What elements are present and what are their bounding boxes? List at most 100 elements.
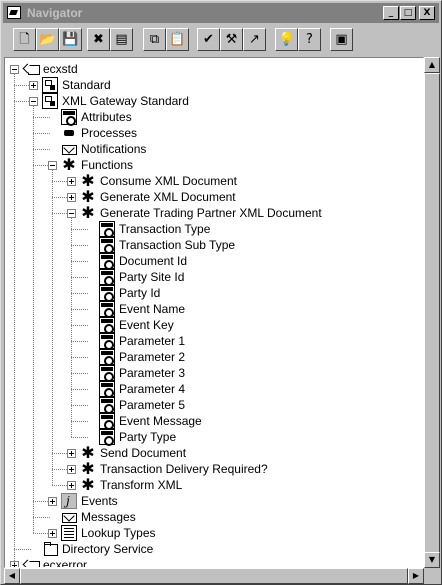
toolbar: 🗋 📂 💾 ✖ ▤ ⧉ 📋 ✔ ⚒ ↗ 💡? ▣ [3,25,439,57]
attr-icon [99,237,115,254]
tree-node-label: Processes [81,126,138,140]
collapse-icon[interactable] [10,65,19,74]
attr-icon [99,269,115,286]
stop-button[interactable]: ▣ [330,28,353,51]
vertical-scroll-thumb[interactable] [424,73,440,553]
tree-node[interactable]: Party Type [5,429,423,446]
tree-connector [71,373,88,374]
minimize-button[interactable]: _ [383,6,399,20]
tree-connector [71,341,88,342]
properties-button[interactable]: ▤ [110,28,133,51]
hammer-button[interactable]: ⚒ [220,28,243,51]
maximize-button[interactable]: □ [400,6,416,20]
expand-icon[interactable] [67,449,76,458]
tree-node[interactable]: Parameter 4 [5,381,423,398]
attr-icon [99,397,115,414]
tree-node[interactable]: Attributes [5,109,423,126]
scroll-down-button[interactable]: ▼ [424,552,440,568]
paste-button[interactable]: 📋 [166,28,189,51]
scroll-left-button[interactable]: ◀ [4,568,20,584]
tree-connector [71,261,88,262]
lightbulb-button[interactable]: 💡 [275,28,298,51]
tree-node[interactable]: Party Id [5,285,423,302]
tree-node[interactable]: Transaction Sub Type [5,237,423,254]
tree-node[interactable]: Parameter 3 [5,365,423,382]
expand-icon[interactable] [67,193,76,202]
tree-node[interactable]: Event Message [5,413,423,430]
tree-connector [71,277,88,278]
tree-connector [71,421,88,422]
delete-button[interactable]: ✖ [87,28,110,51]
tree-node[interactable]: XML Gateway Standard [5,93,423,109]
scroll-up-button[interactable]: ▲ [424,57,440,73]
vertical-scrollbar[interactable]: ▲ ▼ [424,57,440,568]
hammer-icon: ⚒ [225,32,238,47]
copy-button[interactable]: ⧉ [143,28,166,51]
attr-icon [99,301,115,318]
tree-node[interactable]: Transform XML [5,476,423,494]
tree-node-label: ecxerror [43,558,88,568]
close-button[interactable]: X [419,6,435,20]
tree-node[interactable]: Standard [5,77,423,93]
stop-icon: ▣ [335,32,348,47]
tree-node[interactable]: Parameter 2 [5,349,423,366]
tree-node[interactable]: Generate Trading Partner XML Document [5,204,423,222]
tree-node[interactable]: Events [5,493,423,509]
horizontal-scroll-thumb[interactable] [20,568,408,584]
expand-icon[interactable] [67,465,76,474]
tree-node[interactable]: ecxstd [5,61,423,77]
title-bar[interactable]: Navigator _ □ X [3,3,439,23]
event-icon [61,493,77,509]
expand-icon[interactable] [67,177,76,186]
expand-icon[interactable] [48,497,57,506]
tree-node[interactable]: Processes [5,125,423,141]
save-icon: 💾 [62,32,79,47]
tree-node-label: Document Id [119,254,188,268]
tree-node[interactable]: Parameter 1 [5,333,423,350]
save-button[interactable]: 💾 [59,28,82,51]
open-button[interactable]: 📂 [36,28,59,51]
expand-icon[interactable] [29,81,38,90]
tree-node[interactable]: Transaction Type [5,221,423,238]
tree-node[interactable]: Parameter 5 [5,397,423,414]
collapse-icon[interactable] [67,209,76,218]
gear-icon [80,204,96,222]
tree-node[interactable]: Document Id [5,253,423,270]
tree-node[interactable]: Send Document [5,444,423,462]
tree-connector [33,117,50,118]
tree-node[interactable]: Event Name [5,301,423,318]
tree-node[interactable]: Lookup Types [5,525,423,541]
navigator-window: Navigator _ □ X 🗋 📂 💾 ✖ ▤ ⧉ 📋 ✔ ⚒ ↗ 💡? ▣ ecxstd Stan… [0,0,442,585]
wand-button[interactable]: ↗ [243,28,266,51]
window-title: Navigator [27,6,83,20]
tree-view[interactable]: ecxstd Standard XML Gateway Standard Attrib… [4,57,424,568]
lookup-icon [61,525,77,541]
collapse-icon[interactable] [29,97,38,106]
tree-node[interactable]: Messages [5,509,423,525]
paste-icon: 📋 [169,32,186,47]
tree-node-label: Parameter 4 [119,382,186,396]
tree-node[interactable]: Functions [5,156,423,174]
new-button[interactable]: 🗋 [13,28,36,51]
tree-connector [33,133,50,134]
tag-icon [23,557,40,567]
new-icon: 🗋 [19,32,30,47]
expand-icon[interactable] [67,481,76,490]
scroll-right-button[interactable]: ▶ [408,568,424,584]
help-button[interactable]: ? [298,28,321,51]
attr-icon [99,317,115,334]
horizontal-scrollbar[interactable]: ◀ ▶ [4,568,424,584]
tree-node[interactable]: Transaction Delivery Required? [5,460,423,478]
tree-node[interactable]: Consume XML Document [5,172,423,190]
tree-node[interactable]: Directory Service [5,541,423,557]
tree-node-label: Parameter 3 [119,366,186,380]
tree-node[interactable]: Generate XML Document [5,188,423,206]
tree-node[interactable]: Event Key [5,317,423,334]
check-button[interactable]: ✔ [197,28,220,51]
tree-node[interactable]: Party Site Id [5,269,423,286]
collapse-icon[interactable] [48,161,57,170]
tree-node[interactable]: ecxerror [5,557,423,568]
tree-node-label: Event Message [119,414,202,428]
expand-icon[interactable] [48,529,57,538]
tree-connector [71,389,88,390]
